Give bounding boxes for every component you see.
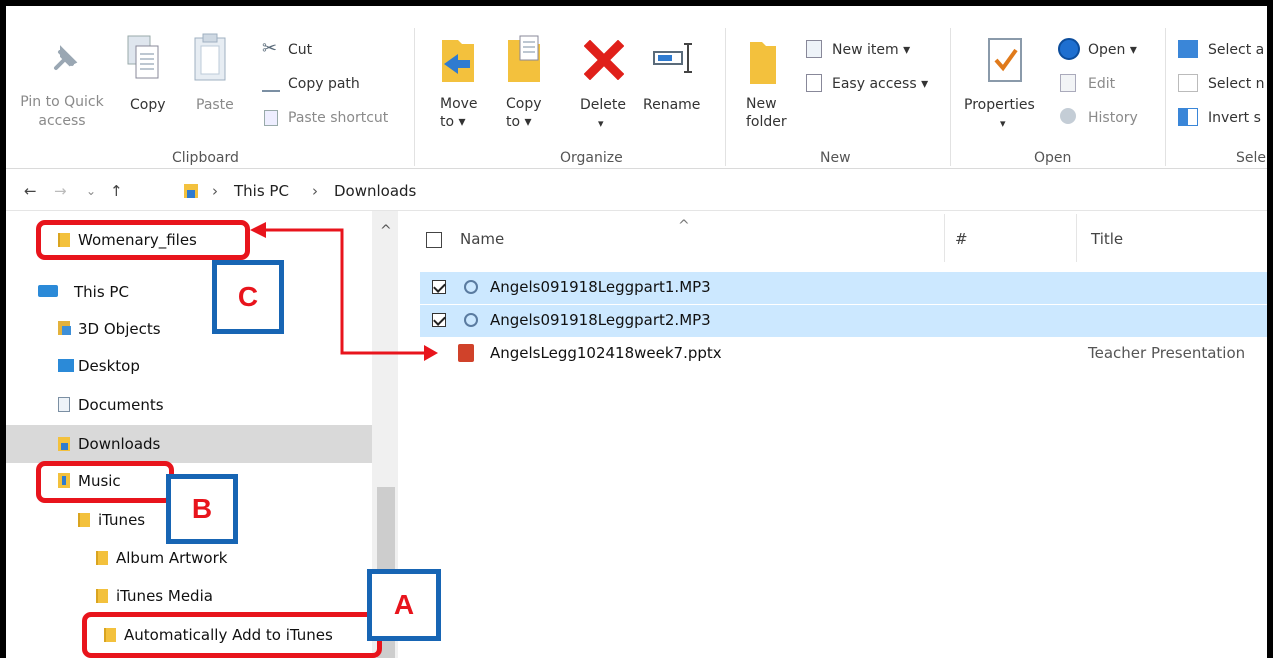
annotation-label-c: C — [212, 260, 284, 334]
explorer-window: Pin to Quick access Copy Paste ✂ Cut Cop… — [6, 6, 1267, 658]
annotation-label-a: A — [367, 569, 441, 641]
annotation-arrow — [250, 222, 438, 361]
annotation-label-b: B — [166, 474, 238, 544]
